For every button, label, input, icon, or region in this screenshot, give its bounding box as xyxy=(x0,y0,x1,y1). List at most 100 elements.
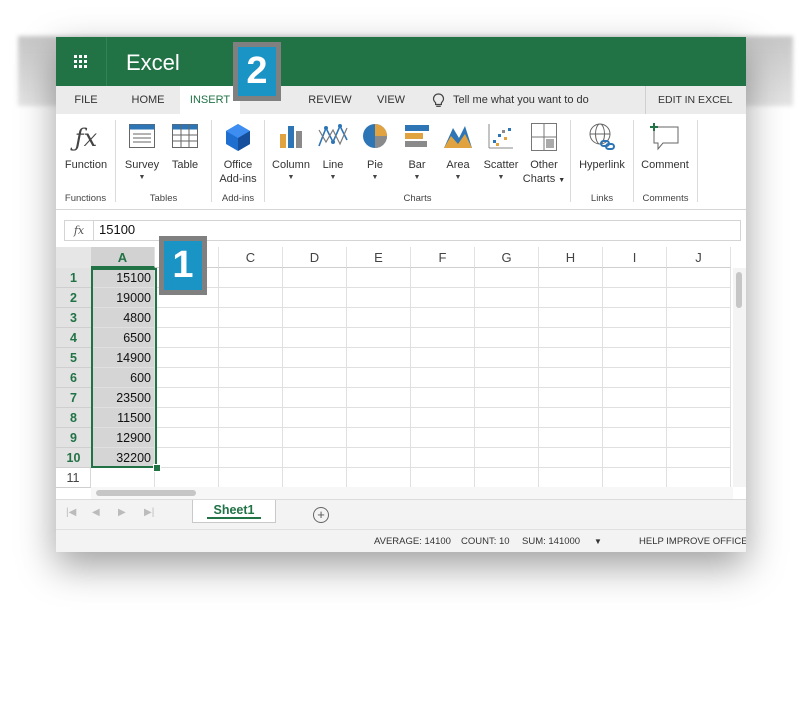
add-sheet-icon[interactable]: + xyxy=(313,507,329,523)
cell-g11[interactable] xyxy=(475,468,539,488)
cell-h2[interactable] xyxy=(539,288,603,308)
cell-c7[interactable] xyxy=(219,388,283,408)
cell-j11[interactable] xyxy=(667,468,731,488)
fill-handle[interactable] xyxy=(153,464,161,472)
hyperlink-button[interactable]: Hyperlink xyxy=(575,122,629,173)
cell-d4[interactable] xyxy=(283,328,347,348)
tab-review[interactable]: REVIEW xyxy=(305,86,355,114)
column-header-h[interactable]: H xyxy=(539,247,603,268)
cell-a10[interactable]: 32200 xyxy=(91,448,155,468)
row-header-3[interactable]: 3 xyxy=(56,308,91,328)
cell-c2[interactable] xyxy=(219,288,283,308)
function-button[interactable]: ƒx Function xyxy=(62,122,110,173)
edit-in-excel-button[interactable]: EDIT IN EXCEL xyxy=(645,86,733,114)
cell-h5[interactable] xyxy=(539,348,603,368)
cell-g8[interactable] xyxy=(475,408,539,428)
cell-d7[interactable] xyxy=(283,388,347,408)
cell-g5[interactable] xyxy=(475,348,539,368)
cell-g3[interactable] xyxy=(475,308,539,328)
cell-j6[interactable] xyxy=(667,368,731,388)
column-header-j[interactable]: J xyxy=(667,247,731,268)
table-button[interactable]: Table xyxy=(166,122,204,173)
app-launcher-icon[interactable] xyxy=(56,37,107,86)
cell-g4[interactable] xyxy=(475,328,539,348)
cell-g6[interactable] xyxy=(475,368,539,388)
cell-a6[interactable]: 600 xyxy=(91,368,155,388)
fx-icon[interactable]: fx xyxy=(65,221,94,240)
row-header-4[interactable]: 4 xyxy=(56,328,91,348)
cell-j7[interactable] xyxy=(667,388,731,408)
cell-h9[interactable] xyxy=(539,428,603,448)
cell-d8[interactable] xyxy=(283,408,347,428)
cell-e5[interactable] xyxy=(347,348,411,368)
cell-d10[interactable] xyxy=(283,448,347,468)
cell-g2[interactable] xyxy=(475,288,539,308)
column-header-d[interactable]: D xyxy=(283,247,347,268)
sheet-tab-sheet1[interactable]: Sheet1 xyxy=(192,500,276,523)
scatter-chart-button[interactable]: Scatter ▼ xyxy=(480,122,522,183)
column-header-i[interactable]: I xyxy=(603,247,667,268)
cell-b10[interactable] xyxy=(155,448,219,468)
column-header-e[interactable]: E xyxy=(347,247,411,268)
help-improve-office-link[interactable]: HELP IMPROVE OFFICE xyxy=(639,530,746,552)
cell-d2[interactable] xyxy=(283,288,347,308)
cell-e6[interactable] xyxy=(347,368,411,388)
cell-c10[interactable] xyxy=(219,448,283,468)
cell-i2[interactable] xyxy=(603,288,667,308)
cell-a2[interactable]: 19000 xyxy=(91,288,155,308)
cell-a4[interactable]: 6500 xyxy=(91,328,155,348)
cell-b7[interactable] xyxy=(155,388,219,408)
cell-e8[interactable] xyxy=(347,408,411,428)
tab-home[interactable]: HOME xyxy=(123,86,173,114)
pie-chart-button[interactable]: Pie ▼ xyxy=(356,122,394,183)
select-all-corner[interactable] xyxy=(56,247,91,268)
cell-c6[interactable] xyxy=(219,368,283,388)
survey-button[interactable]: Survey ▼ xyxy=(122,122,162,183)
cell-i1[interactable] xyxy=(603,268,667,288)
cell-e4[interactable] xyxy=(347,328,411,348)
cell-e9[interactable] xyxy=(347,428,411,448)
cell-e1[interactable] xyxy=(347,268,411,288)
cell-f8[interactable] xyxy=(411,408,475,428)
cell-f2[interactable] xyxy=(411,288,475,308)
cell-a11[interactable] xyxy=(91,468,155,488)
vertical-scroll-thumb[interactable] xyxy=(736,272,742,308)
cell-f6[interactable] xyxy=(411,368,475,388)
cell-e10[interactable] xyxy=(347,448,411,468)
column-chart-button[interactable]: Column ▼ xyxy=(269,122,313,183)
cell-c1[interactable] xyxy=(219,268,283,288)
horizontal-scroll-thumb[interactable] xyxy=(96,490,196,496)
row-header-5[interactable]: 5 xyxy=(56,348,91,368)
cell-h6[interactable] xyxy=(539,368,603,388)
cell-g9[interactable] xyxy=(475,428,539,448)
row-header-8[interactable]: 8 xyxy=(56,408,91,428)
cell-f3[interactable] xyxy=(411,308,475,328)
office-addins-button[interactable]: Office Add-ins xyxy=(216,122,260,186)
cell-f7[interactable] xyxy=(411,388,475,408)
cell-g10[interactable] xyxy=(475,448,539,468)
cell-c4[interactable] xyxy=(219,328,283,348)
cell-h7[interactable] xyxy=(539,388,603,408)
cell-c5[interactable] xyxy=(219,348,283,368)
cell-i11[interactable] xyxy=(603,468,667,488)
other-charts-button[interactable]: Other Charts ▼ xyxy=(521,122,567,188)
cell-h1[interactable] xyxy=(539,268,603,288)
cell-e3[interactable] xyxy=(347,308,411,328)
cell-b3[interactable] xyxy=(155,308,219,328)
tab-insert[interactable]: INSERT xyxy=(180,86,240,115)
row-header-6[interactable]: 6 xyxy=(56,368,91,388)
cell-a5[interactable]: 14900 xyxy=(91,348,155,368)
tab-view[interactable]: VIEW xyxy=(369,86,413,114)
cell-j1[interactable] xyxy=(667,268,731,288)
tell-me-search[interactable]: Tell me what you want to do xyxy=(432,86,589,114)
cell-f10[interactable] xyxy=(411,448,475,468)
cell-f9[interactable] xyxy=(411,428,475,448)
cell-j3[interactable] xyxy=(667,308,731,328)
cell-b6[interactable] xyxy=(155,368,219,388)
tab-file[interactable]: FILE xyxy=(64,86,108,114)
cell-c3[interactable] xyxy=(219,308,283,328)
row-header-9[interactable]: 9 xyxy=(56,428,91,448)
cell-i8[interactable] xyxy=(603,408,667,428)
cell-j10[interactable] xyxy=(667,448,731,468)
cell-a8[interactable]: 11500 xyxy=(91,408,155,428)
